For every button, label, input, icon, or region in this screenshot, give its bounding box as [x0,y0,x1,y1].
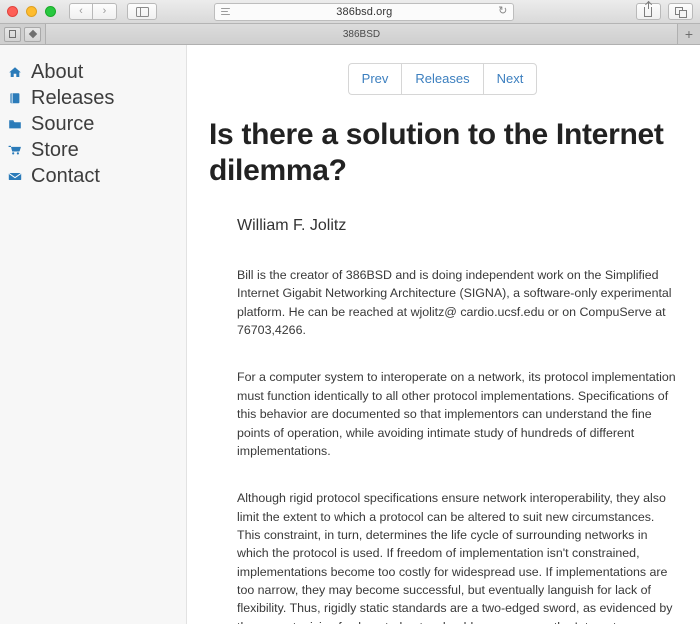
sidebar-item-label: About [31,61,84,83]
sidebar-item-label: Releases [31,87,115,109]
zoom-window-button[interactable] [45,6,56,17]
envelope-icon [8,169,22,183]
sidebar-item-releases[interactable]: Releases [0,85,186,111]
cart-icon [8,143,22,157]
navigation-buttons: ‹ › [69,3,117,20]
window-controls [7,6,56,17]
sidebar-item-label: Contact [31,165,100,187]
page-title: Is there a solution to the Internet dile… [209,118,664,187]
chevron-left-icon: ‹ [79,5,83,17]
author-bio: Bill is the creator of 386BSD and is doi… [237,268,672,338]
next-button[interactable]: Next [482,63,538,96]
plus-icon: + [684,26,694,42]
pager-button-group: Prev Releases Next [347,63,538,96]
share-icon [644,1,653,17]
new-tab-button[interactable]: + [678,24,700,44]
paragraph-1: For a computer system to interoperate on… [237,370,676,458]
page-viewport: About Releases Source Store Contact Prev… [0,45,700,624]
folder-icon [8,117,22,131]
sidebar-item-label: Source [31,113,95,135]
article-author: William F. Jolitz [237,217,347,235]
favorites-icon [28,29,37,39]
pager-toolbar: Prev Releases Next [209,45,676,96]
reading-list-icon [9,30,16,38]
tab-bar: 386BSD + [0,24,700,45]
toolbar-right-group [629,1,693,20]
reader-view-icon[interactable] [221,7,231,16]
tab-title: 386BSD [342,28,381,40]
back-button[interactable]: ‹ [69,3,93,20]
sidebar-item-about[interactable]: About [0,59,186,85]
browser-window: ‹ › 386bsd.org ↻ 386BSD + About Releases… [0,0,700,624]
sidebar-item-contact[interactable]: Contact [0,163,186,189]
share-button[interactable] [635,1,661,20]
sidebar-icon [135,6,149,17]
address-bar-text: 386bsd.org [336,5,393,18]
reload-icon[interactable]: ↻ [498,6,507,17]
tab-bar-left-buttons [0,24,41,44]
site-sidebar: About Releases Source Store Contact [0,45,187,624]
close-window-button[interactable] [7,6,18,17]
article-body: William F. Jolitz Bill is the creator of… [209,216,676,624]
browser-tab[interactable]: 386BSD [45,24,678,44]
address-bar[interactable]: 386bsd.org ↻ [214,2,515,21]
tabs-overview-button[interactable] [667,3,693,20]
prev-button[interactable]: Prev [347,63,402,96]
reading-list-button[interactable] [4,26,21,42]
article-content: Prev Releases Next Is there a solution t… [187,45,700,624]
paragraph-2: Although rigid protocol specifications e… [237,491,673,624]
releases-button[interactable]: Releases [401,63,483,96]
book-icon [8,91,22,105]
chevron-right-icon: › [102,5,107,17]
minimize-window-button[interactable] [26,6,37,17]
forward-button[interactable]: › [93,3,117,20]
sidebar-item-store[interactable]: Store [0,137,186,163]
sidebar-toggle-button[interactable] [127,3,157,20]
sidebar-item-label: Store [31,139,79,161]
sidebar-item-source[interactable]: Source [0,111,186,137]
favorites-button[interactable] [24,26,41,42]
tabs-icon [675,6,687,18]
home-icon [8,65,22,79]
browser-toolbar: ‹ › 386bsd.org ↻ [0,0,700,24]
